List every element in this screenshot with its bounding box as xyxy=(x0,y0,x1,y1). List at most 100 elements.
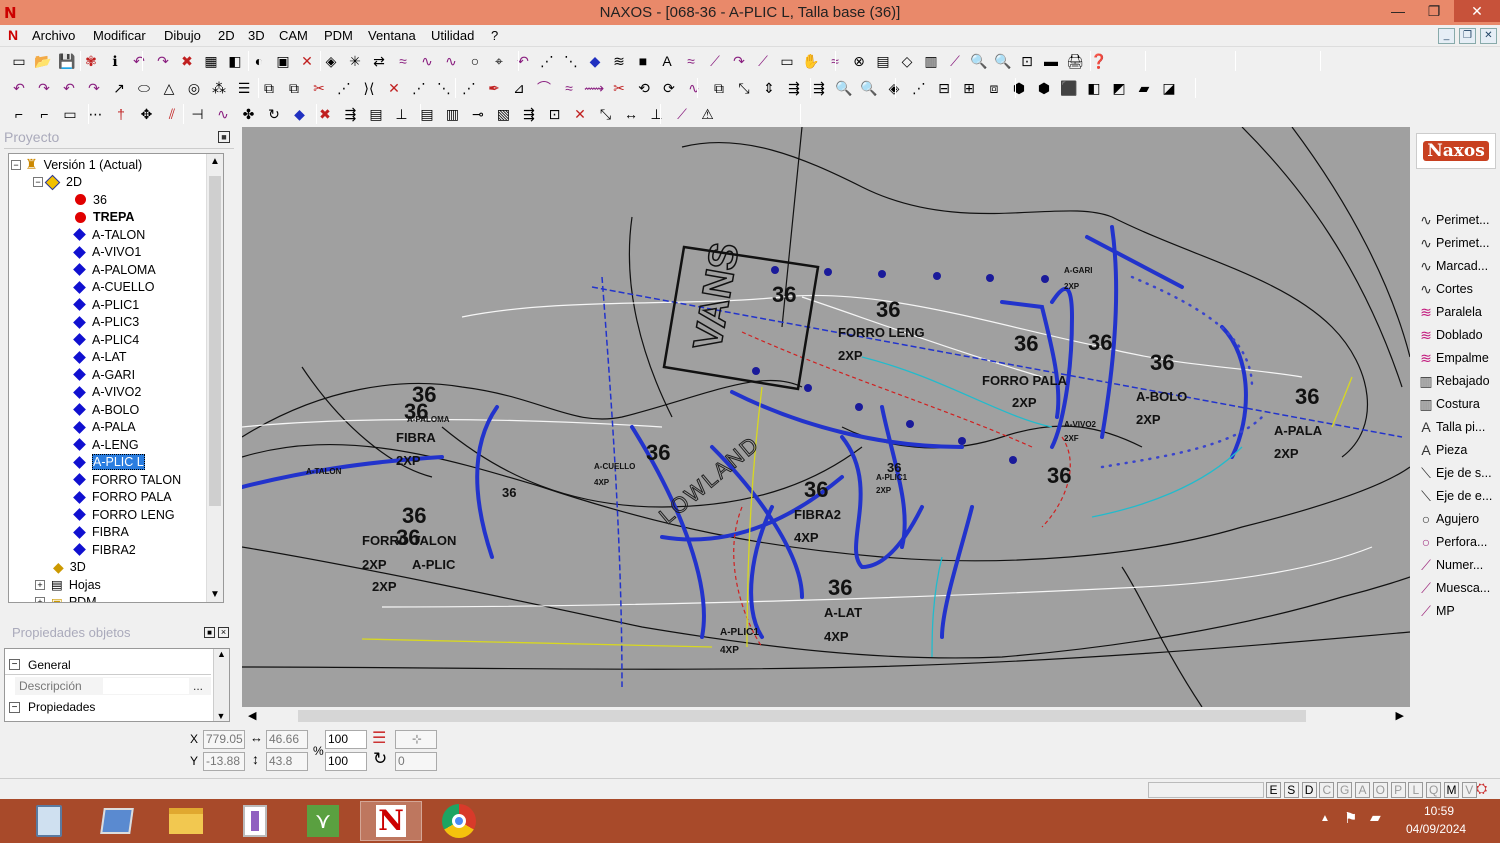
toolbar-button-icon[interactable]: 🔍 xyxy=(970,52,988,70)
menu-help[interactable]: ? xyxy=(491,28,498,43)
clock-time[interactable]: 10:59 xyxy=(1424,804,1454,818)
document-app-icon[interactable] xyxy=(224,801,286,841)
toolbar-button-icon[interactable]: ✕ xyxy=(385,79,403,97)
toolbar-button-icon[interactable]: ⊸ xyxy=(469,105,487,123)
toolbar-button-icon[interactable]: ↷ xyxy=(85,79,103,97)
panel-pin-icon[interactable]: ■ xyxy=(204,627,215,638)
toolbar-button-icon[interactable]: ✂ xyxy=(310,79,328,97)
toolbar-button-icon[interactable]: 💾 xyxy=(58,52,76,70)
toolbar-button-icon[interactable]: ∿ xyxy=(685,79,703,97)
toolbar-button-icon[interactable]: ⌖ xyxy=(490,52,508,70)
toolbar-button-icon[interactable]: ⋰ xyxy=(460,79,478,97)
doc-icon[interactable]: N xyxy=(8,27,18,43)
pattern-drawing[interactable]: VANS LOWLAND 3636363636 3636363636 3636363… xyxy=(242,127,1410,707)
toolbar-button-icon[interactable]: ✤ xyxy=(240,105,258,123)
toolbar-button-icon[interactable]: ⫽ xyxy=(163,105,181,123)
status-toggle[interactable]: E xyxy=(1266,782,1281,798)
toolbar-button-icon[interactable]: ⟋ xyxy=(706,52,724,70)
toolbar-button-icon[interactable]: ↷ xyxy=(730,52,748,70)
tool-item[interactable]: ▥ Costura xyxy=(1416,393,1479,415)
expander-icon[interactable]: + xyxy=(35,579,45,590)
toolbar-button-icon[interactable]: ◆ xyxy=(291,105,309,123)
toolbar-button-icon[interactable]: ⌐ xyxy=(36,105,54,123)
toolbar-button-icon[interactable]: ◪ xyxy=(1160,79,1178,97)
tree-item[interactable]: A-PALA xyxy=(73,419,136,436)
drawing-canvas[interactable]: VANS LOWLAND 36 36 36 36 36 36 36 36 36 36 36 36 36 3… xyxy=(242,127,1410,707)
toolbar-button-icon[interactable]: 🖨 xyxy=(1066,52,1084,70)
toolbar-button-icon[interactable]: ☰ xyxy=(235,79,253,97)
tree-item[interactable]: A-PLIC1 xyxy=(73,296,139,313)
tool-item[interactable]: ⟍ Eje de s... xyxy=(1416,462,1492,484)
toolbar-button-icon[interactable]: ⇄ xyxy=(370,52,388,70)
group-propiedades[interactable]: − Propiedades xyxy=(5,697,211,717)
toolbar-button-icon[interactable]: ▭ xyxy=(10,52,28,70)
menu-cam[interactable]: CAM xyxy=(279,28,308,43)
descripcion-row[interactable]: Descripción ... xyxy=(15,677,211,695)
toolbar-button-icon[interactable]: ⊗ xyxy=(850,52,868,70)
toolbar-button-icon[interactable]: ⊞ xyxy=(960,79,978,97)
toolbar-button-icon[interactable]: ∿ xyxy=(418,52,436,70)
toolbar-button-icon[interactable]: ⊡ xyxy=(546,105,564,123)
tool-item[interactable]: ∿ Marcad... xyxy=(1416,255,1488,277)
toolbar-button-icon[interactable]: ⋰ xyxy=(910,79,928,97)
panel-pin-icon[interactable]: ■ xyxy=(218,131,230,143)
tree-item[interactable]: A-LENG xyxy=(73,436,139,453)
tree-item[interactable]: A-BOLO xyxy=(73,401,139,418)
toolbar-button-icon[interactable]: ⋰ xyxy=(538,52,556,70)
toolbar-button-icon[interactable]: ≋ xyxy=(610,52,628,70)
toolbar-button-icon[interactable]: ↶ xyxy=(514,52,532,70)
toolbar-button-icon[interactable]: ⊣ xyxy=(189,105,207,123)
toolbar-button-icon[interactable]: ⟳ xyxy=(660,79,678,97)
menu-modificar[interactable]: Modificar xyxy=(93,28,146,43)
mdi-restore-button[interactable]: ❐ xyxy=(1459,28,1476,44)
collapse-icon[interactable]: − xyxy=(9,701,20,713)
toolbar-button-icon[interactable]: ✕ xyxy=(298,52,316,70)
status-toggle[interactable]: C xyxy=(1319,782,1335,798)
panel-close-icon[interactable]: × xyxy=(218,627,229,638)
toolbar-button-icon[interactable]: ≈ xyxy=(394,52,412,70)
toolbar-button-icon[interactable]: ◈ xyxy=(322,52,340,70)
minimize-button[interactable]: — xyxy=(1380,0,1416,22)
toolbar-button-icon[interactable]: ❓ xyxy=(1090,52,1108,70)
tool-item[interactable]: ○ Perfora... xyxy=(1416,531,1488,553)
tree-item[interactable]: A-GARI xyxy=(73,366,135,383)
toolbar-button-icon[interactable]: ⌒ xyxy=(535,79,553,97)
scale-x-field[interactable]: 100 xyxy=(325,730,367,749)
tree-item[interactable]: FORRO TALON xyxy=(73,471,181,488)
toolbar-button-icon[interactable]: 🔍 xyxy=(860,79,878,97)
tree-item[interactable]: FORRO LENG xyxy=(73,506,175,523)
align-icon[interactable]: ☰ xyxy=(372,728,386,748)
toolbar-button-icon[interactable]: ◆ xyxy=(586,52,604,70)
status-toggle[interactable]: D xyxy=(1301,782,1317,798)
more-button[interactable]: ... xyxy=(193,679,203,693)
toolbar-button-icon[interactable]: ⇶ xyxy=(785,79,803,97)
toolbar-button-icon[interactable]: ◩ xyxy=(1110,79,1128,97)
menu-dibujo[interactable]: Dibujo xyxy=(164,28,201,43)
width-field[interactable]: 46.66 xyxy=(266,730,308,749)
toolbar-button-icon[interactable]: ↷ xyxy=(35,79,53,97)
tool-item[interactable]: ∿ Cortes xyxy=(1416,278,1473,300)
scroll-down-icon[interactable]: ▼ xyxy=(210,589,220,600)
tree-item[interactable]: FIBRA xyxy=(73,524,129,541)
toolbar-button-icon[interactable]: ∿ xyxy=(214,105,232,123)
tree-item[interactable]: FORRO PALA xyxy=(73,489,172,506)
status-toggle[interactable]: S xyxy=(1283,782,1299,798)
toolbar-button-icon[interactable]: ◇ xyxy=(898,52,916,70)
x-field[interactable]: 779.05 xyxy=(203,730,245,749)
toolbar-button-icon[interactable]: ▭ xyxy=(61,105,79,123)
tree-item[interactable]: A-PLIC L xyxy=(73,454,145,471)
toolbar-button-icon[interactable]: ↷ xyxy=(154,52,172,70)
remote-app-icon[interactable] xyxy=(86,801,148,841)
toolbar-button-icon[interactable]: ◧ xyxy=(226,52,244,70)
tool-item[interactable]: ∿ Perimet... xyxy=(1416,209,1489,231)
calculator-app-icon[interactable] xyxy=(18,801,80,841)
toolbar-button-icon[interactable]: ⌐ xyxy=(10,105,28,123)
rotate-icon[interactable]: ↻ xyxy=(373,749,387,769)
toolbar-button-icon[interactable]: ⤡ xyxy=(597,105,615,123)
tree-item[interactable]: A-VIVO2 xyxy=(73,384,141,401)
tree-scroll-thumb[interactable] xyxy=(209,176,221,506)
tool-item[interactable]: ≋ Paralela xyxy=(1416,301,1482,323)
toolbar-button-icon[interactable]: ✳ xyxy=(346,52,364,70)
toolbar-button-icon[interactable]: ⊥ xyxy=(393,105,411,123)
toolbar-button-icon[interactable]: ⟋ xyxy=(946,52,964,70)
